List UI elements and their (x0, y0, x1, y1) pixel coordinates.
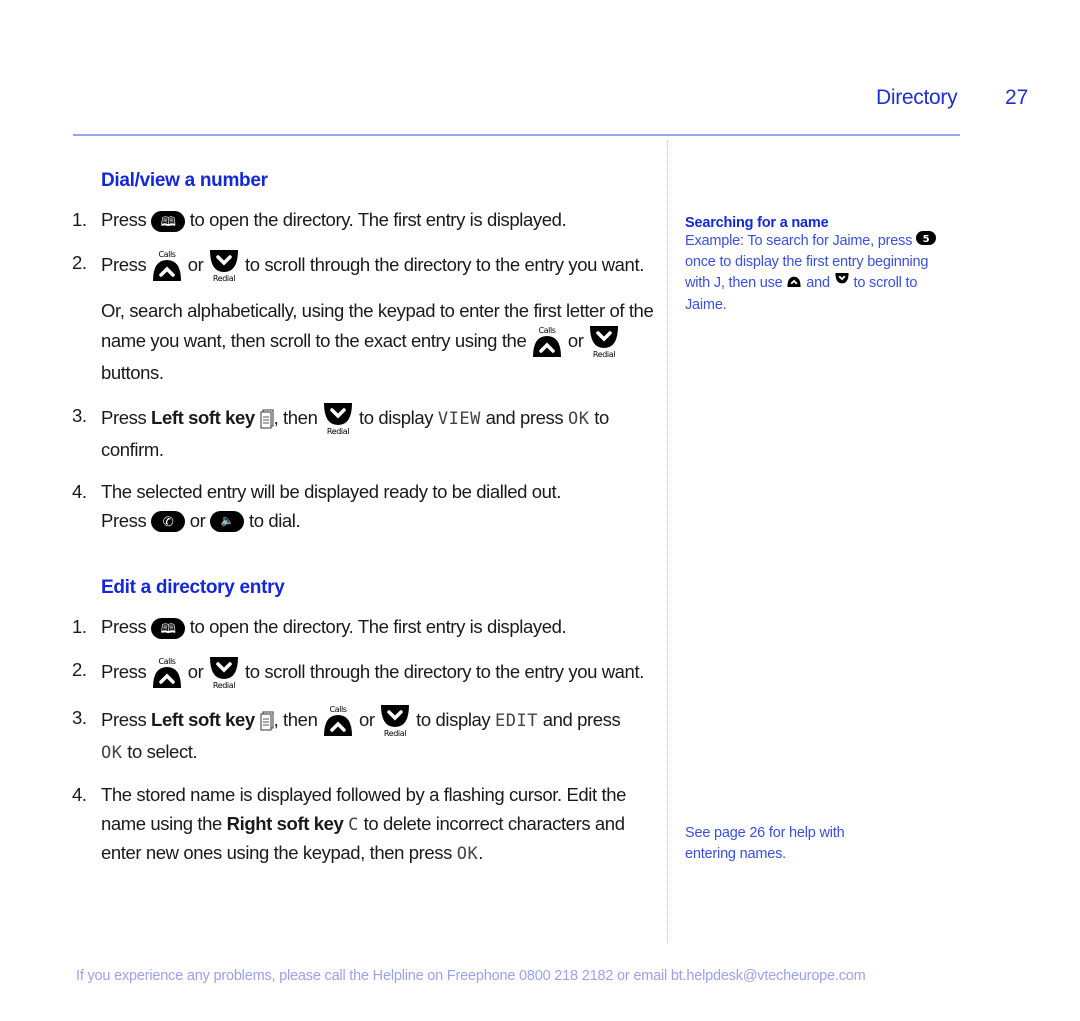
edit-step-2: 2. Press Calls or Redial to scroll throu… (72, 656, 657, 690)
lcd-text-ok: OK (567, 408, 590, 429)
redial-down-icon: Redial (208, 656, 240, 690)
calls-up-icon (786, 272, 802, 295)
svg-text:Redial: Redial (593, 350, 615, 359)
left-soft-key-icon (259, 408, 274, 429)
dial-step-1: 1. Press 🕮 to open the directory. The fi… (72, 206, 657, 235)
left-soft-key-icon (259, 710, 274, 731)
tip-title: Searching for a name (685, 215, 829, 231)
redial-down-icon: Redial (379, 704, 411, 738)
step-text: to open the directory. The first entry i… (189, 209, 567, 230)
step-number: 1. (72, 209, 87, 230)
lcd-text-ok: OK (456, 844, 479, 864)
lcd-text-edit: EDIT (495, 710, 538, 731)
step-text: Press (101, 616, 147, 637)
step-text: , then (273, 406, 318, 428)
header-rule (73, 134, 960, 136)
step-text: or (187, 253, 204, 275)
lcd-text-c: C (348, 814, 359, 835)
phone-talk-icon: ✆ (151, 511, 186, 533)
step-number: 4. (72, 481, 87, 502)
step-text: to scroll through the directory to the e… (244, 253, 644, 275)
dial-step-3: 3. Press Left soft key , then Redial to … (72, 402, 657, 465)
tip-text: Example: To search for Jaime, press (685, 233, 913, 250)
svg-text:Calls: Calls (158, 657, 175, 666)
left-soft-key-label: Left soft key (151, 406, 255, 428)
step-text: or (189, 509, 206, 531)
step-number: 3. (72, 706, 87, 728)
step-text: and press (542, 708, 621, 730)
tip-text: and (806, 275, 830, 292)
step-text: Press (101, 253, 147, 275)
redial-down-icon (834, 272, 850, 295)
svg-text:Calls: Calls (539, 326, 556, 335)
step-number: 1. (72, 616, 87, 637)
edit-step-3: 3. Press Left soft key , then Calls or R… (72, 704, 657, 768)
book-icon: 🕮 (151, 210, 186, 232)
svg-text:Redial: Redial (213, 681, 235, 690)
step-text: to select. (127, 740, 198, 762)
edit-step-4: 4. The stored name is displayed followed… (72, 781, 657, 869)
dial-section-heading: Dial/view a number (101, 170, 268, 191)
step-text: to display (358, 406, 434, 428)
redial-down-icon: Redial (588, 325, 620, 359)
para-text: or (567, 329, 584, 351)
edit-step-1: 1. Press 🕮 to open the directory. The fi… (72, 613, 657, 642)
step-text: Press (101, 660, 147, 682)
key-5-icon: 5 (916, 231, 937, 252)
step-text: to dial. (248, 509, 301, 531)
step-text: or (358, 708, 375, 730)
page-number: 27 (1005, 86, 1029, 109)
para-text: buttons. (101, 362, 164, 383)
lcd-text-view: VIEW (437, 408, 481, 429)
tip-entering-names: See page 26 for help with entering names… (685, 825, 845, 862)
svg-text:5: 5 (923, 234, 930, 245)
redial-down-icon: Redial (322, 402, 354, 436)
calls-up-icon: Calls (322, 704, 354, 738)
edit-section-heading: Edit a directory entry (101, 577, 285, 598)
calls-up-icon: Calls (151, 656, 183, 690)
svg-text:Calls: Calls (330, 705, 347, 714)
svg-text:Redial: Redial (213, 274, 235, 283)
step-text: Press (101, 406, 147, 428)
step-number: 2. (72, 658, 87, 680)
dial-step-2: 2. Press Calls or Redial to scroll throu… (72, 249, 657, 283)
step-text: and press (485, 406, 564, 428)
svg-text:Redial: Redial (384, 729, 406, 738)
step-text: , then (273, 708, 318, 730)
right-soft-key-label: Right soft key (226, 812, 344, 834)
speakerphone-icon: 🔈 (210, 511, 245, 533)
step-text: Press (101, 708, 147, 730)
left-soft-key-label: Left soft key (151, 708, 255, 730)
step-text: or (187, 660, 204, 682)
svg-text:Calls: Calls (158, 250, 175, 259)
section-title-header: Directory (876, 86, 958, 109)
tip-searching: Searching for a name Example: To search … (685, 215, 955, 315)
step-text: to display (416, 708, 491, 730)
tip-body: Example: To search for Jaime, press 5 on… (685, 231, 955, 315)
step-number: 3. (72, 404, 87, 426)
dial-step-4: 4. The selected entry will be displayed … (72, 478, 657, 535)
lcd-text-ok: OK (101, 742, 123, 763)
calls-up-icon: Calls (531, 325, 563, 359)
helpline-footer: If you experience any problems, please c… (76, 968, 866, 984)
redial-down-icon: Redial (208, 249, 240, 283)
step-text: Press (101, 209, 147, 230)
svg-text:Redial: Redial (327, 427, 349, 436)
step-text: to scroll through the directory to the e… (244, 660, 644, 682)
step-text: to open the directory. The first entry i… (189, 616, 567, 637)
step-text: The selected entry will be displayed rea… (101, 481, 561, 502)
step-text: Press (101, 509, 147, 531)
calls-up-icon: Calls (151, 249, 183, 283)
book-icon: 🕮 (151, 617, 186, 639)
alt-search-paragraph: Or, search alphabetically, using the key… (72, 297, 657, 388)
main-column: Dial/view a number 1. Press 🕮 to open th… (72, 170, 657, 869)
step-number: 4. (72, 784, 87, 805)
step-number: 2. (72, 251, 87, 273)
step-text: . (478, 842, 483, 863)
column-divider (667, 140, 668, 943)
